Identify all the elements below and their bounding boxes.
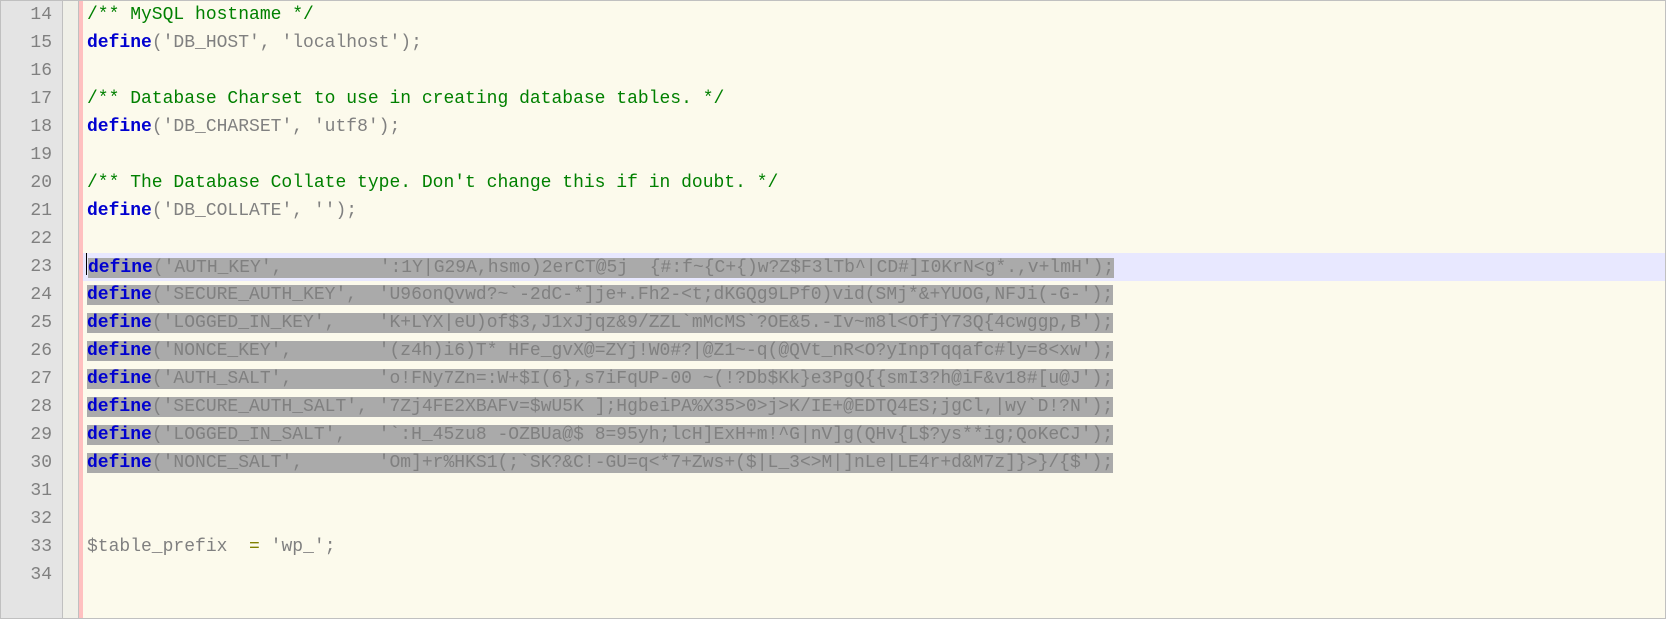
code-line[interactable]: define('NONCE_SALT', 'Om]+r%HKS1(;`SK?&C… <box>83 449 1665 477</box>
code-line[interactable]: define('LOGGED_IN_SALT', '`:H_45zu8 -OZB… <box>83 421 1665 449</box>
line-number: 30 <box>1 449 52 477</box>
code-line[interactable] <box>83 141 1665 169</box>
code-line[interactable]: $table_prefix = 'wp_'; <box>83 533 1665 561</box>
line-number: 32 <box>1 505 52 533</box>
line-number: 14 <box>1 1 52 29</box>
line-number: 29 <box>1 421 52 449</box>
line-number: 33 <box>1 533 52 561</box>
line-number: 24 <box>1 281 52 309</box>
line-number: 22 <box>1 225 52 253</box>
code-line[interactable]: define('DB_HOST', 'localhost'); <box>83 29 1665 57</box>
code-line[interactable] <box>83 477 1665 505</box>
code-editor: 1415161718192021222324252627282930313233… <box>0 0 1666 619</box>
code-line[interactable]: define('DB_CHARSET', 'utf8'); <box>83 113 1665 141</box>
line-number: 20 <box>1 169 52 197</box>
code-line[interactable]: /** Database Charset to use in creating … <box>83 85 1665 113</box>
line-number: 27 <box>1 365 52 393</box>
line-number: 25 <box>1 309 52 337</box>
line-number: 26 <box>1 337 52 365</box>
code-line[interactable] <box>83 561 1665 589</box>
line-number: 21 <box>1 197 52 225</box>
code-line[interactable]: define('AUTH_KEY', ':1Y|G29A,hsmo)2erCT@… <box>83 253 1665 281</box>
code-line[interactable] <box>83 505 1665 533</box>
code-line[interactable]: define('SECURE_AUTH_SALT', '7Zj4FE2XBAFv… <box>83 393 1665 421</box>
code-line[interactable]: define('DB_COLLATE', ''); <box>83 197 1665 225</box>
line-number: 31 <box>1 477 52 505</box>
code-line[interactable] <box>83 57 1665 85</box>
code-line[interactable]: define('SECURE_AUTH_KEY', 'U96onQvwd?~`-… <box>83 281 1665 309</box>
code-line[interactable]: /** MySQL hostname */ <box>83 1 1665 29</box>
code-line[interactable]: define('LOGGED_IN_KEY', 'K+LYX|eU)of$3,J… <box>83 309 1665 337</box>
code-line[interactable]: define('AUTH_SALT', 'o!FNy7Zn=:W+$I(6},s… <box>83 365 1665 393</box>
code-line[interactable]: define('NONCE_KEY', '(z4h)i6)T* HFe_gvX@… <box>83 337 1665 365</box>
code-line[interactable] <box>83 225 1665 253</box>
line-number: 23 <box>1 253 52 281</box>
line-number: 34 <box>1 561 52 589</box>
line-number: 19 <box>1 141 52 169</box>
fold-strip <box>63 1 79 618</box>
line-number: 17 <box>1 85 52 113</box>
code-line[interactable]: /** The Database Collate type. Don't cha… <box>83 169 1665 197</box>
line-number-gutter: 1415161718192021222324252627282930313233… <box>1 1 63 618</box>
code-area[interactable]: /** MySQL hostname */define('DB_HOST', '… <box>83 1 1665 618</box>
line-number: 16 <box>1 57 52 85</box>
line-number: 28 <box>1 393 52 421</box>
line-number: 18 <box>1 113 52 141</box>
line-number: 15 <box>1 29 52 57</box>
